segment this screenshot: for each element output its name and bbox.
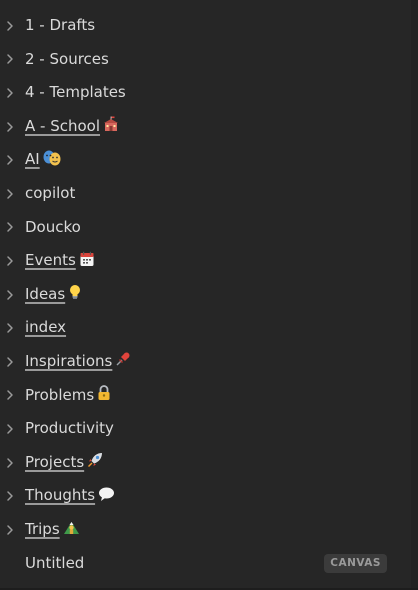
calendar-emoji-icon [79,251,95,267]
folder-item-drafts[interactable]: 1 - Drafts [0,9,418,43]
speech-bubble-emoji-icon [98,486,115,502]
hiker-emoji-icon [63,519,80,535]
folder-item-templates[interactable]: 4 - Templates [0,76,418,110]
folder-item-doucko[interactable]: Doucko [0,211,418,245]
rocket-emoji-icon [87,452,103,468]
folder-item-index[interactable]: index [0,311,418,345]
folder-label: Projects [25,452,85,471]
folder-label: Productivity [25,419,114,438]
scrollbar-track[interactable] [411,0,418,590]
folder-item-inspirations[interactable]: Inspirations [0,345,418,379]
chevron-right-icon[interactable] [4,311,16,345]
chevron-right-icon[interactable] [4,278,16,312]
folder-item-projects[interactable]: Projects [0,446,418,480]
folder-item-ai[interactable]: AI [0,143,418,177]
folder-label-with-icon: A - School [25,110,119,144]
school-emoji-icon [103,116,119,132]
chevron-right-icon[interactable] [4,446,16,480]
folder-item-thoughts[interactable]: Thoughts [0,479,418,513]
chevron-right-icon[interactable] [4,244,16,278]
chevron-right-icon[interactable] [4,43,16,77]
file-label: Untitled [25,553,85,572]
folder-item-school[interactable]: A - School [0,110,418,144]
chevron-right-icon[interactable] [4,379,16,413]
chevron-right-icon[interactable] [4,479,16,513]
folder-item-trips[interactable]: Trips [0,513,418,547]
folder-label-with-icon: Events [25,244,95,278]
folder-label-with-icon: Thoughts [25,479,115,513]
folder-label: A - School [25,116,101,135]
lock-emoji-icon [97,385,111,401]
folder-label: Trips [25,519,60,538]
file-explorer-tree: 1 - Drafts 2 - Sources 4 - Templates A -… [0,9,418,580]
folder-label: Doucko [25,217,81,236]
chevron-right-icon[interactable] [4,412,16,446]
folder-label: copilot [25,183,76,202]
chevron-right-icon[interactable] [4,513,16,547]
file-type-badge: CANVAS [324,553,387,573]
chevron-right-icon[interactable] [4,110,16,144]
pushpin-emoji-icon [115,351,131,367]
folder-label: Inspirations [25,351,113,370]
folder-label: 4 - Templates [25,83,126,102]
folder-label-with-icon: Problems [25,379,111,413]
chevron-right-icon[interactable] [4,211,16,245]
folder-label-with-icon: Ideas [25,278,82,312]
folder-label: AI [25,150,40,169]
folder-item-copilot[interactable]: copilot [0,177,418,211]
light-bulb-emoji-icon [68,284,82,300]
folder-label: Thoughts [25,486,96,505]
folder-item-problems[interactable]: Problems [0,379,418,413]
chevron-right-icon[interactable] [4,143,16,177]
folder-label-with-icon: Projects [25,446,103,480]
folder-label-with-icon: Inspirations [25,345,131,379]
folder-label: Problems [25,385,95,404]
chevron-right-icon[interactable] [4,345,16,379]
folder-label: 1 - Drafts [25,16,96,34]
folder-label: Events [25,251,76,270]
chevron-right-icon[interactable] [4,76,16,110]
folder-label-with-icon: AI [25,143,61,177]
folder-label: Ideas [25,284,66,303]
folder-item-productivity[interactable]: Productivity [0,412,418,446]
folder-item-sources[interactable]: 2 - Sources [0,43,418,77]
chevron-right-icon[interactable] [4,177,16,211]
chevron-right-icon[interactable] [4,9,16,43]
folder-label-with-icon: Trips [25,513,80,547]
file-item-untitled-canvas[interactable]: Untitled CANVAS [0,547,418,581]
performing-arts-emoji-icon [43,150,61,166]
folder-label: 2 - Sources [25,49,109,68]
folder-item-ideas[interactable]: Ideas [0,278,418,312]
folder-item-events[interactable]: Events [0,244,418,278]
folder-label: index [25,318,67,337]
